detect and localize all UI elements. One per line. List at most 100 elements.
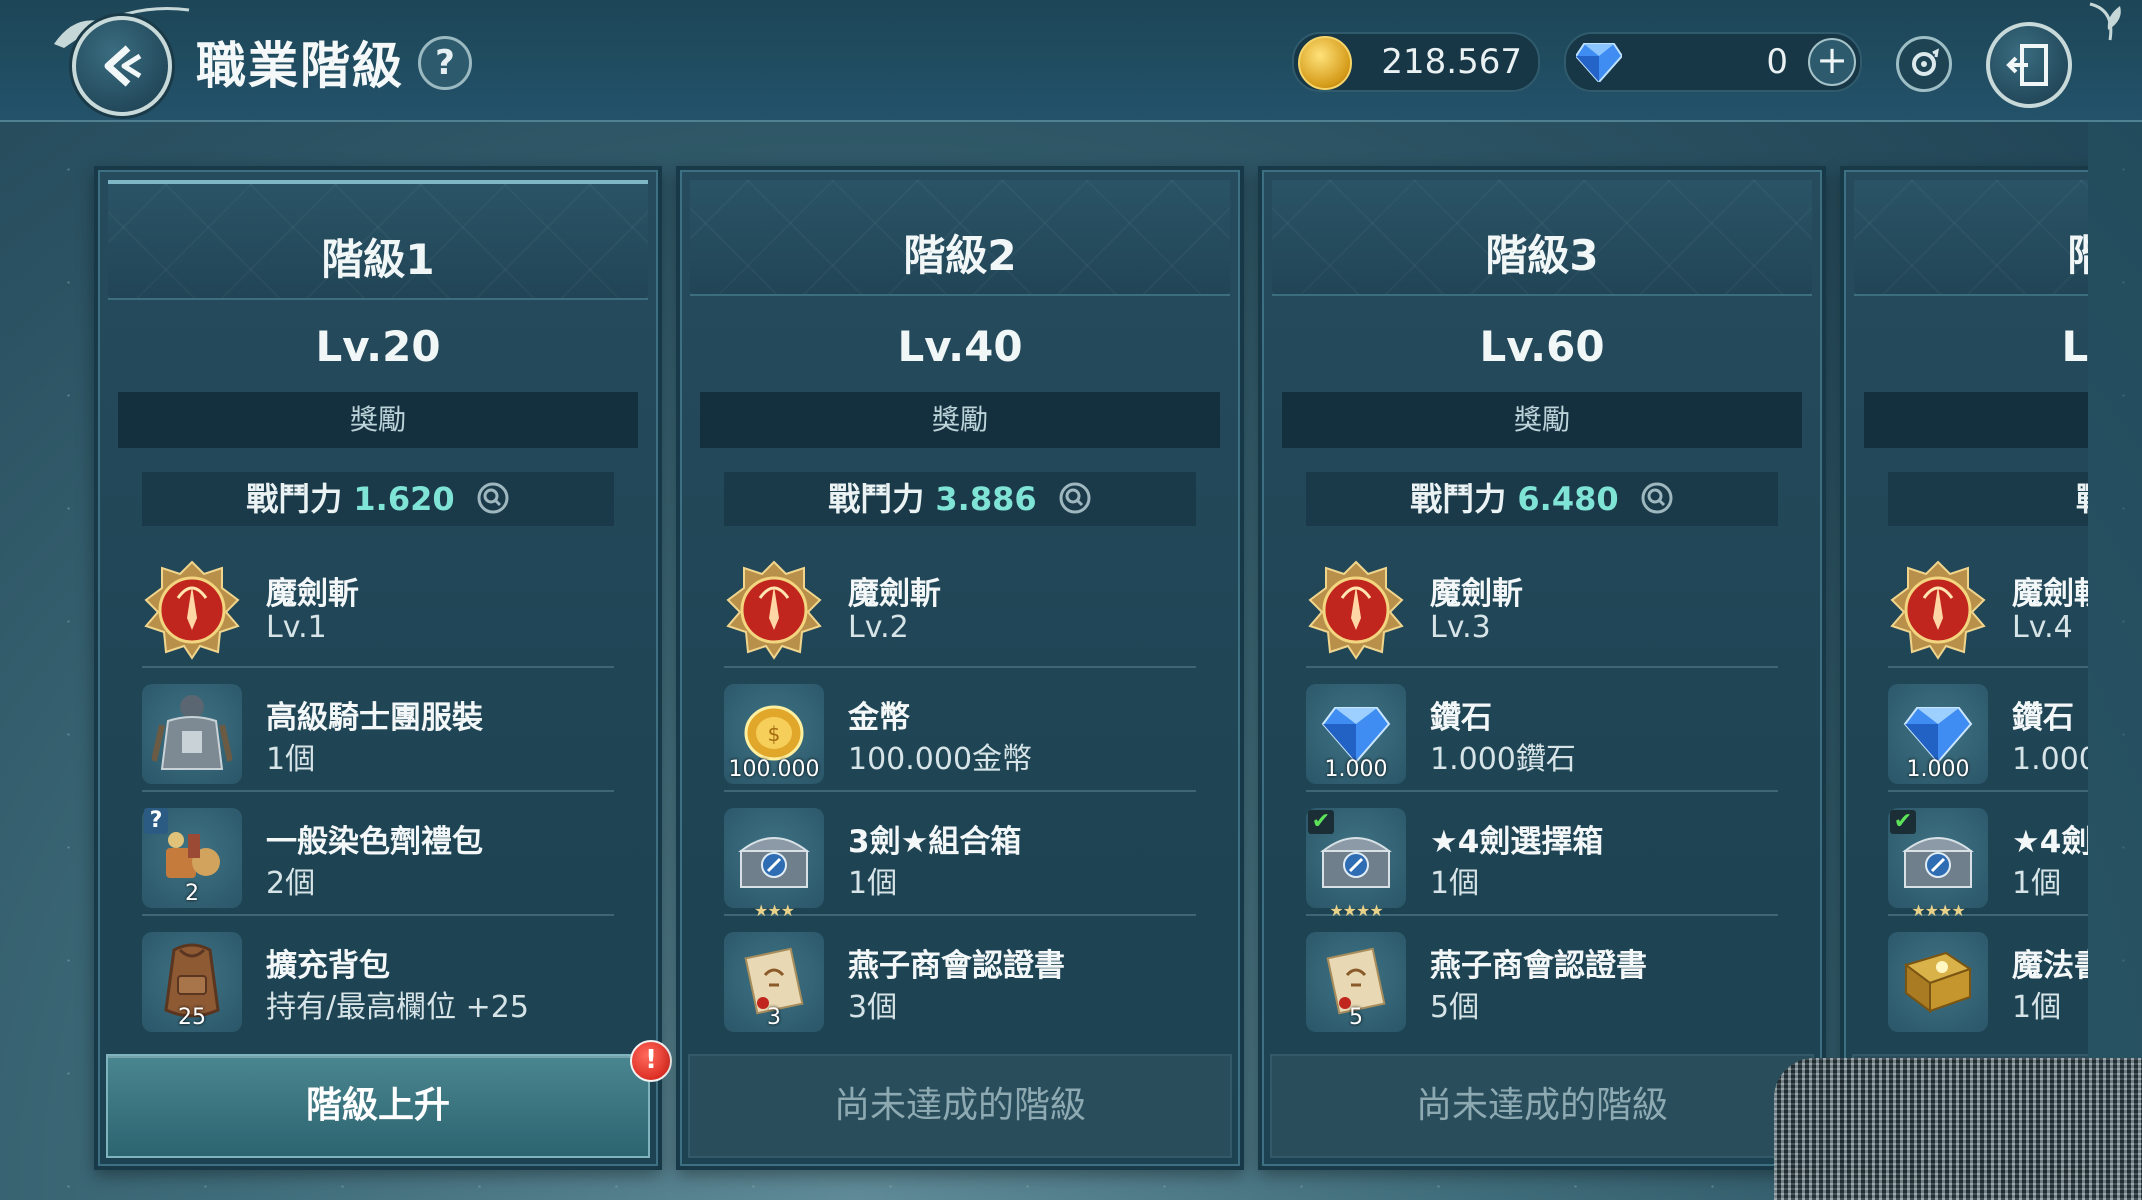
combat-power-label: 戰鬥力 bbox=[1410, 480, 1507, 518]
scroll-icon: 5 bbox=[1306, 932, 1406, 1032]
reward-item[interactable]: 1.000 鑽石 1.000鑽石 bbox=[1888, 670, 2088, 792]
item-count: 1.000 bbox=[1906, 757, 1970, 782]
magic-book-icon bbox=[1888, 932, 1988, 1032]
reward-label: 獎勵 bbox=[700, 392, 1220, 448]
reward-item[interactable]: 魔劍斬 Lv.4 bbox=[1888, 546, 2088, 668]
item-name: 一般染色劑禮包 bbox=[266, 824, 483, 860]
item-name: 燕子商會認證書 bbox=[848, 948, 1065, 984]
item-name: 鑽石 bbox=[2012, 700, 2074, 736]
reward-item[interactable]: 魔法書 1個 bbox=[1888, 918, 2088, 1038]
reward-item[interactable]: 魔劍斬 Lv.2 bbox=[724, 546, 1196, 668]
reward-item[interactable]: 25 擴充背包 持有/最高欄位 +25 bbox=[142, 918, 614, 1038]
reward-label: 獎勵 bbox=[118, 392, 638, 448]
reward-item[interactable]: $ 100.000 金幣 100.000金幣 bbox=[724, 670, 1196, 792]
item-quantity: 1個 bbox=[848, 866, 898, 901]
diamond-icon: 1.000 bbox=[1306, 684, 1406, 784]
grade-card: 階級2 Lv.40 獎勵 戰鬥力 3.886 魔劍斬 Lv.2 $ 100.00… bbox=[676, 166, 1244, 1170]
item-quantity: Lv.1 bbox=[266, 610, 327, 645]
combat-power-label: 戰鬥力 bbox=[2076, 480, 2088, 518]
skill-icon bbox=[724, 560, 824, 660]
item-quantity: 2個 bbox=[266, 866, 316, 901]
grade-title: 階級1 bbox=[321, 235, 435, 284]
reward-item[interactable]: 高級騎士團服裝 1個 bbox=[142, 670, 614, 792]
grade-title: 階級3 bbox=[1485, 231, 1599, 280]
combat-power-label: 戰鬥力 bbox=[246, 480, 343, 518]
magnifier-icon[interactable] bbox=[1058, 481, 1092, 515]
grade-header: 階級1 bbox=[108, 180, 648, 300]
item-name: 鑽石 bbox=[1430, 700, 1492, 736]
check-mark-icon: ✔ bbox=[1890, 810, 1916, 834]
reward-item[interactable]: 魔劍斬 Lv.3 bbox=[1306, 546, 1778, 668]
reward-item[interactable]: 魔劍斬 Lv.1 bbox=[142, 546, 614, 668]
scroll-icon: 3 bbox=[724, 932, 824, 1032]
item-quantity: 持有/最高欄位 +25 bbox=[266, 990, 529, 1025]
item-quantity: 1個 bbox=[266, 742, 316, 777]
locked-grade-button: 尚未達成的階級 bbox=[688, 1054, 1232, 1158]
item-name: 魔劍斬 bbox=[848, 576, 941, 612]
grade-header: 階級4 bbox=[1854, 180, 2088, 296]
item-quantity: 5個 bbox=[1430, 990, 1480, 1025]
item-quantity: 100.000金幣 bbox=[848, 742, 1033, 777]
magnifier-icon[interactable] bbox=[1640, 481, 1674, 515]
required-level: Lv.40 bbox=[897, 322, 1023, 371]
item-count: 100.000 bbox=[728, 757, 820, 782]
reward-item[interactable]: ? 2 一般染色劑禮包 2個 bbox=[142, 794, 614, 916]
item-name: 金幣 bbox=[848, 700, 910, 736]
locked-grade-button: 尚未達成的階級 bbox=[1270, 1054, 1814, 1158]
item-count: 3 bbox=[767, 1005, 781, 1030]
scroll-edge[interactable] bbox=[2088, 122, 2142, 1122]
item-name: 擴充背包 bbox=[266, 948, 390, 984]
combat-power[interactable]: 戰鬥力 3.886 bbox=[724, 472, 1196, 526]
chest-icon: ✔ ★★★★ bbox=[1888, 808, 1988, 920]
reward-item[interactable]: ★★★ 3劍★組合箱 1個 bbox=[724, 794, 1196, 920]
reward-item[interactable]: ✔ ★★★★ ★4劍選擇箱 1個 bbox=[1306, 794, 1778, 920]
item-name: 魔劍斬 bbox=[2012, 576, 2088, 612]
grade-header: 階級3 bbox=[1272, 180, 1812, 296]
item-count: 25 bbox=[178, 1005, 206, 1030]
reward-item[interactable]: ✔ ★★★★ ★4劍選擇箱 1個 bbox=[1888, 794, 2088, 920]
item-count: 2 bbox=[185, 881, 199, 906]
item-name: 魔劍斬 bbox=[266, 576, 359, 612]
item-quantity: 1個 bbox=[2012, 866, 2062, 901]
reward-item[interactable]: 1.000 鑽石 1.000鑽石 bbox=[1306, 670, 1778, 792]
item-quantity: Lv.3 bbox=[1430, 610, 1491, 645]
grade-up-button[interactable]: 階級上升 bbox=[106, 1054, 650, 1158]
required-level: Lv.60 bbox=[1479, 322, 1605, 371]
item-name: 燕子商會認證書 bbox=[1430, 948, 1647, 984]
armor-icon bbox=[142, 684, 242, 784]
alert-icon: ! bbox=[630, 1040, 672, 1082]
combat-power-value: 6.480 bbox=[1517, 480, 1619, 518]
grade-card: 階級4 Lv.80 獎勵 戰鬥力 魔劍斬 Lv.4 bbox=[1840, 166, 2088, 1170]
dye-pack-icon: ? 2 bbox=[142, 808, 242, 908]
combat-power-value: 3.886 bbox=[935, 480, 1037, 518]
item-quantity: 1個 bbox=[2012, 990, 2062, 1025]
reward-item[interactable]: 3 燕子商會認證書 3個 bbox=[724, 918, 1196, 1038]
item-quantity: 1個 bbox=[1430, 866, 1480, 901]
combat-power[interactable]: 戰鬥力 6.480 bbox=[1306, 472, 1778, 526]
item-name: 3劍★組合箱 bbox=[848, 824, 1022, 860]
combat-power-label: 戰鬥力 bbox=[828, 480, 925, 518]
grade-header: 階級2 bbox=[690, 180, 1230, 296]
combat-power-value: 1.620 bbox=[353, 480, 455, 518]
reward-label: 獎勵 bbox=[1864, 392, 2088, 448]
item-quantity: Lv.2 bbox=[848, 610, 909, 645]
item-name: 高級騎士團服裝 bbox=[266, 700, 483, 736]
chest-icon: ✔ ★★★★ bbox=[1306, 808, 1406, 920]
combat-power[interactable]: 戰鬥力 1.620 bbox=[142, 472, 614, 526]
skill-icon bbox=[142, 560, 242, 660]
item-count: 1.000 bbox=[1324, 757, 1388, 782]
grade-title: 階級2 bbox=[903, 231, 1017, 280]
reward-label: 獎勵 bbox=[1282, 392, 1802, 448]
item-count: 5 bbox=[1349, 1005, 1363, 1030]
svg-text:$: $ bbox=[768, 722, 781, 746]
skill-icon bbox=[1888, 560, 1988, 660]
magnifier-icon[interactable] bbox=[476, 481, 510, 515]
item-name: ★4劍選擇箱 bbox=[1430, 824, 1604, 860]
item-name: ★4劍選擇箱 bbox=[2012, 824, 2088, 860]
reward-item[interactable]: 5 燕子商會認證書 5個 bbox=[1306, 918, 1778, 1038]
required-level: Lv.20 bbox=[315, 322, 441, 371]
required-level: Lv.80 bbox=[2061, 322, 2088, 371]
combat-power[interactable]: 戰鬥力 bbox=[1888, 472, 2088, 526]
grade-columns: 階級1 Lv.20 獎勵 戰鬥力 1.620 魔劍斬 Lv.1 高級騎士團服裝 … bbox=[0, 0, 2088, 1200]
item-name: 魔劍斬 bbox=[1430, 576, 1523, 612]
